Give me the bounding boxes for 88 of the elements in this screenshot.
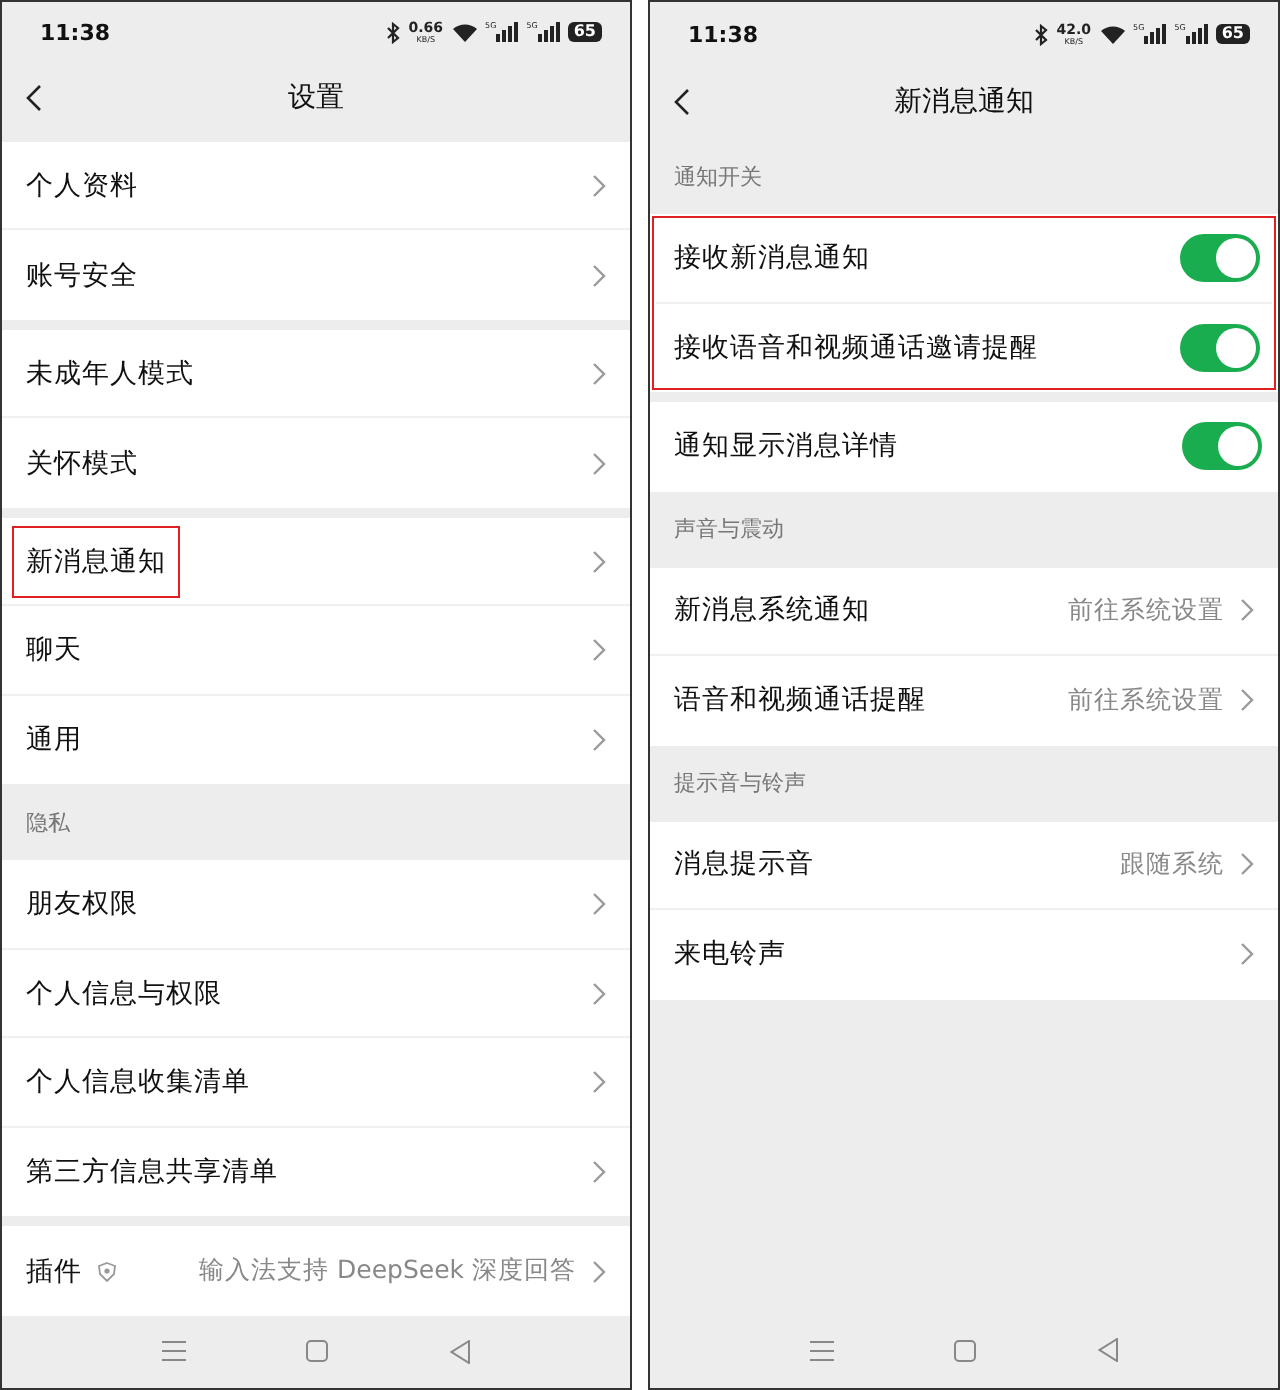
- chevron-icon: [592, 549, 606, 574]
- section-header: 隐私: [24, 807, 72, 840]
- chevron-icon: [1240, 852, 1254, 877]
- chevron-icon: [592, 361, 606, 386]
- row-label: 新消息系统通知: [674, 592, 870, 629]
- page-title: 新消息通知: [894, 84, 1034, 120]
- row-value: 输入法支持 DeepSeek 深度回答: [199, 1254, 576, 1289]
- status-time: 11:38: [40, 19, 111, 46]
- settings-row[interactable]: 新消息通知: [2, 517, 630, 607]
- section-header: 声音与震动: [672, 514, 786, 546]
- row-label: 关怀模式: [26, 445, 138, 482]
- row-label: 通知显示消息详情: [674, 428, 898, 465]
- chevron-icon: [1240, 942, 1254, 967]
- row-label: 个人信息与权限: [26, 975, 222, 1012]
- toggle-switch[interactable]: [1180, 323, 1260, 372]
- row-label: 来电铃声: [674, 936, 786, 973]
- settings-row[interactable]: 聊天: [2, 606, 630, 696]
- row-value: 跟随系统: [1120, 847, 1224, 882]
- settings-row[interactable]: 个人信息与权限: [2, 949, 630, 1039]
- wifi-icon: [1099, 24, 1126, 44]
- row-label: 插件: [26, 1253, 82, 1290]
- chevron-icon: [592, 1160, 606, 1185]
- chevron-icon: [592, 451, 606, 476]
- battery-level: 65: [567, 22, 602, 43]
- home-icon[interactable]: [306, 1340, 329, 1363]
- chevron-icon: [592, 1070, 606, 1095]
- chevron-icon: [592, 892, 606, 917]
- menu-icon[interactable]: [162, 1340, 187, 1363]
- row-label: 个人信息收集清单: [26, 1064, 250, 1101]
- settings-row[interactable]: 新消息系统通知 前往系统设置: [650, 567, 1278, 656]
- chevron-icon: [1240, 598, 1254, 623]
- row-label: 消息提示音: [674, 846, 814, 883]
- row-label: 新消息通知: [12, 525, 180, 598]
- settings-row[interactable]: 第三方信息共享清单: [2, 1127, 630, 1217]
- chevron-icon: [592, 1259, 606, 1284]
- chevron-icon: [592, 638, 606, 663]
- home-icon[interactable]: [954, 1339, 977, 1361]
- toggle-switch[interactable]: [1182, 422, 1262, 471]
- page-title: 设置: [288, 79, 344, 116]
- settings-row[interactable]: 接收语音和视频通话邀请提醒: [656, 303, 1272, 392]
- row-value: 前往系统设置: [1068, 683, 1224, 718]
- signal-icon: [496, 22, 519, 43]
- settings-row[interactable]: 账号安全: [2, 230, 630, 320]
- settings-row[interactable]: 通用: [2, 695, 630, 785]
- menu-icon[interactable]: [810, 1339, 835, 1361]
- row-label: 语音和视频通话提醒: [674, 682, 926, 719]
- settings-row[interactable]: 消息提示音 跟随系统: [650, 821, 1278, 910]
- signal-icon: [537, 22, 560, 43]
- back-icon[interactable]: [674, 88, 690, 116]
- section-header: 通知开关: [672, 161, 764, 193]
- bluetooth-icon: [386, 21, 401, 44]
- row-value: 前往系统设置: [1068, 593, 1224, 628]
- row-label: 第三方信息共享清单: [26, 1154, 278, 1191]
- row-label: 通用: [26, 722, 82, 759]
- row-label: 个人资料: [26, 167, 138, 204]
- settings-row[interactable]: 个人资料: [2, 141, 630, 231]
- battery-level: 65: [1215, 24, 1250, 44]
- signal-icon: [1144, 24, 1167, 44]
- settings-row[interactable]: 未成年人模式: [2, 329, 630, 419]
- row-label: 接收语音和视频通话邀请提醒: [674, 329, 1038, 366]
- chevron-icon: [1240, 688, 1254, 713]
- wifi-icon: [451, 22, 478, 43]
- settings-row[interactable]: 来电铃声: [650, 910, 1278, 999]
- chevron-icon: [592, 263, 606, 288]
- back-nav-icon[interactable]: [1097, 1338, 1118, 1362]
- back-nav-icon[interactable]: [449, 1339, 470, 1364]
- status-time: 11:38: [688, 21, 759, 47]
- row-label: 朋友权限: [26, 886, 138, 923]
- bluetooth-icon: [1034, 23, 1049, 45]
- toggle-switch[interactable]: [1180, 233, 1260, 282]
- signal-icon: [1185, 24, 1208, 44]
- settings-row[interactable]: 通知显示消息详情: [650, 402, 1278, 491]
- chevron-icon: [592, 173, 606, 198]
- row-label: 接收新消息通知: [674, 239, 870, 276]
- back-icon[interactable]: [26, 83, 42, 112]
- row-label: 聊天: [26, 632, 82, 669]
- shield-icon: [98, 1261, 116, 1282]
- settings-row[interactable]: 朋友权限: [2, 860, 630, 950]
- settings-row[interactable]: 个人信息收集清单: [2, 1038, 630, 1128]
- settings-row[interactable]: 语音和视频通话提醒 前往系统设置: [650, 656, 1278, 745]
- settings-row[interactable]: 插件 输入法支持 DeepSeek 深度回答: [2, 1226, 630, 1316]
- settings-row[interactable]: 关怀模式: [2, 418, 630, 508]
- row-label: 未成年人模式: [26, 355, 194, 392]
- settings-row[interactable]: 接收新消息通知: [656, 214, 1272, 303]
- chevron-icon: [592, 728, 606, 753]
- section-header: 提示音与铃声: [672, 768, 808, 800]
- row-label: 账号安全: [26, 257, 138, 294]
- chevron-icon: [592, 981, 606, 1006]
